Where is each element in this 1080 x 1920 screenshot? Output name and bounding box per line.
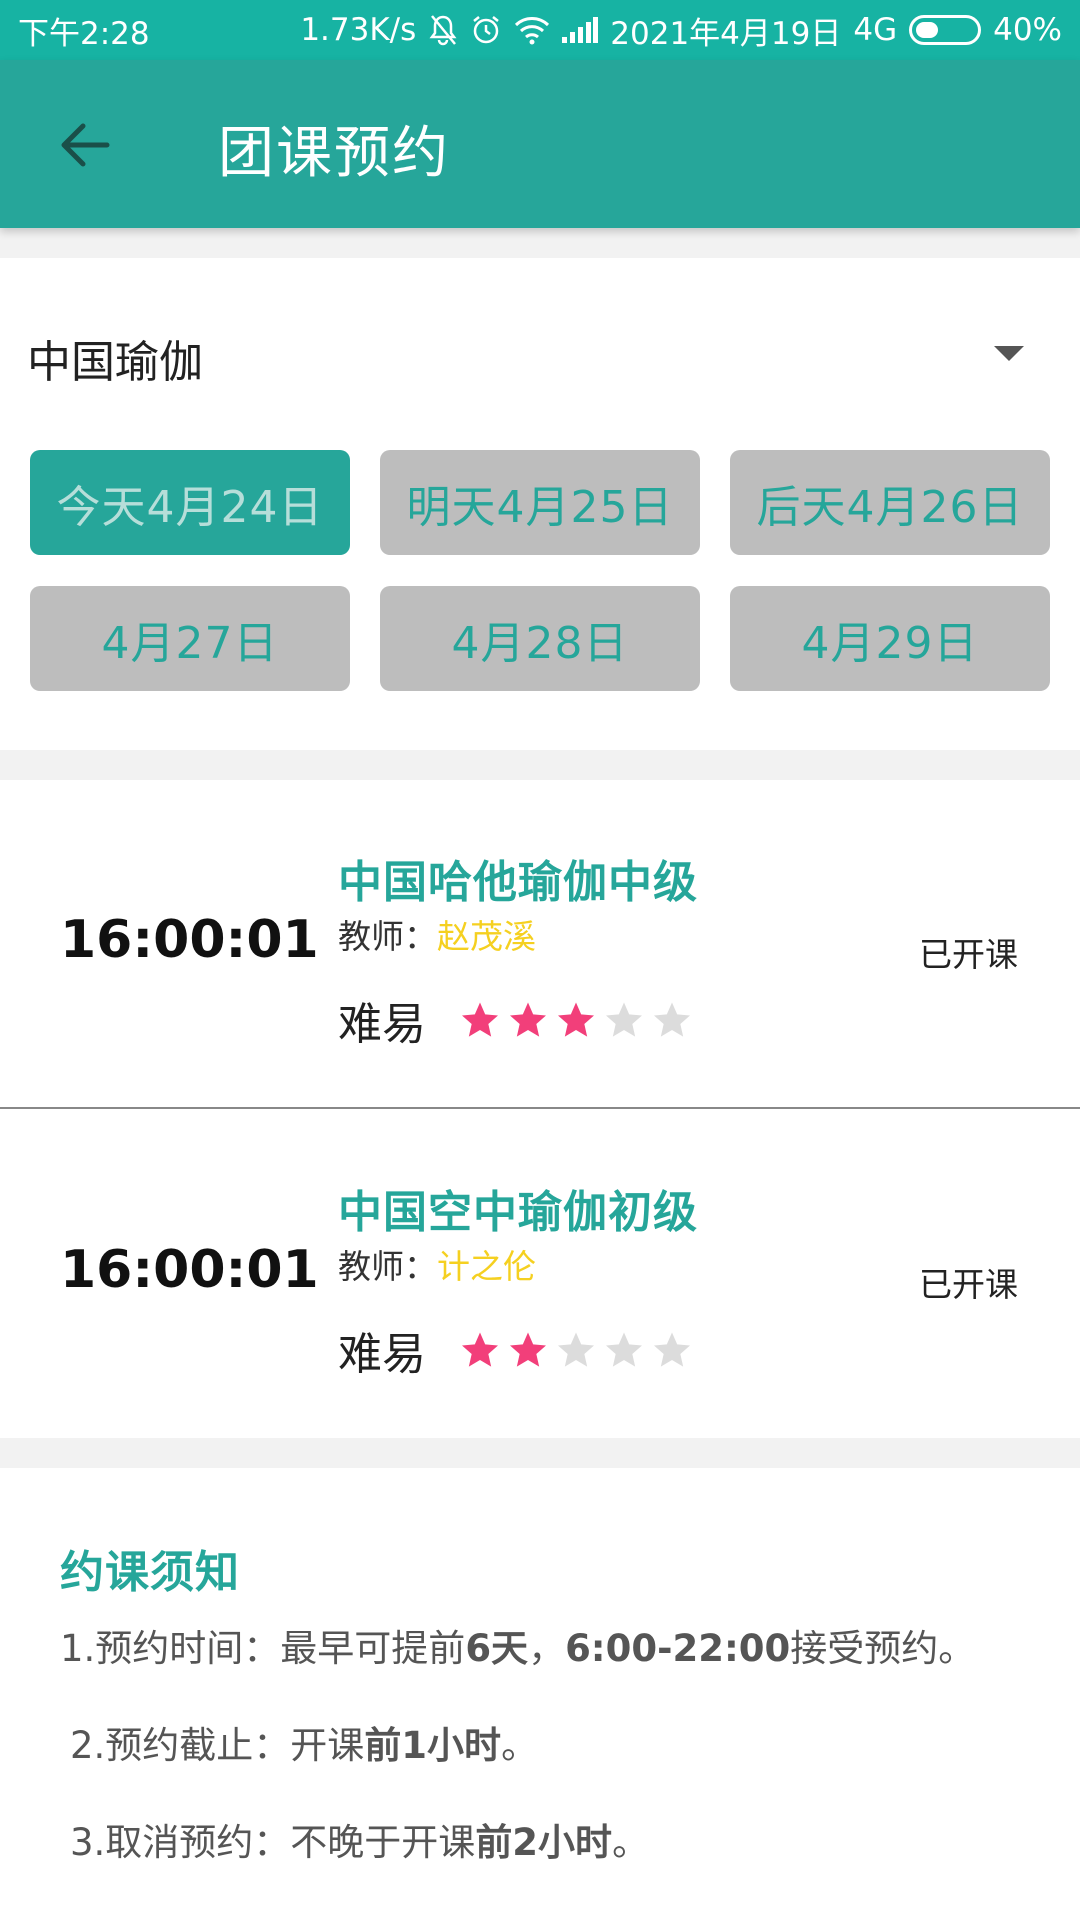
difficulty-row: 难易 — [338, 1318, 692, 1382]
notice-text: 。 — [501, 1724, 539, 1767]
teacher-row: 教师：计之伦 — [338, 1240, 536, 1288]
battery-fill — [916, 22, 939, 38]
category-dropdown[interactable]: 中国瑜伽 — [0, 258, 1080, 448]
star-filled-icon — [510, 1332, 546, 1367]
star-empty-icon — [654, 1002, 690, 1037]
date-button-today[interactable]: 今天4月24日 — [30, 450, 350, 555]
course-item[interactable]: 16:00:01 中国空中瑜伽初级 教师：计之伦 难易 已开课 — [0, 1110, 1080, 1439]
notice-emphasis: 前1小时 — [364, 1724, 502, 1767]
battery-icon — [909, 15, 982, 45]
mute-bell-icon — [428, 14, 458, 46]
difficulty-label: 难易 — [338, 1329, 426, 1380]
page-title: 团课预约 — [218, 121, 450, 186]
battery-percent: 40% — [993, 12, 1062, 48]
wifi-icon — [514, 15, 550, 45]
notice-line-3: 3.取消预约：不晚于开课前2小时。 — [70, 1812, 649, 1866]
booking-notice: 约课须知 1.预约时间：最早可提前6天，6:00-22:00接受预约。 2.预约… — [0, 1468, 1080, 1920]
star-empty-icon — [558, 1332, 594, 1367]
course-status: 已开课 — [919, 1265, 1018, 1304]
star-filled-icon — [510, 1002, 546, 1037]
date-button-tomorrow[interactable]: 明天4月25日 — [380, 450, 700, 555]
star-empty-icon — [606, 1002, 642, 1037]
course-name: 中国哈他瑜伽中级 — [338, 857, 698, 908]
teacher-label: 教师： — [338, 1247, 437, 1286]
network-type: 4G — [853, 12, 898, 48]
course-time: 16:00:01 — [60, 1240, 319, 1300]
net-speed: 1.73K/s — [300, 12, 417, 48]
course-filter-panel: 中国瑜伽 今天4月24日 明天4月25日 后天4月26日 4月27日 4月28日… — [0, 258, 1080, 750]
difficulty-row: 难易 — [338, 988, 692, 1052]
status-time: 下午2:28 — [18, 15, 150, 52]
category-label: 中国瑜伽 — [27, 337, 203, 388]
difficulty-label: 难易 — [338, 999, 426, 1050]
notice-text: ， — [528, 1627, 566, 1670]
date-button-4-27[interactable]: 4月27日 — [30, 586, 350, 691]
dropdown-triangle-icon[interactable] — [994, 346, 1024, 361]
star-filled-icon — [558, 1002, 594, 1037]
course-name: 中国空中瑜伽初级 — [338, 1187, 698, 1238]
notice-title: 约课须知 — [60, 1547, 240, 1598]
app-bar: 团课预约 — [0, 60, 1080, 228]
date-button-4-29[interactable]: 4月29日 — [730, 586, 1050, 691]
notice-text: 3.取消预约：不晚于开课 — [70, 1821, 476, 1864]
course-time: 16:00:01 — [60, 910, 319, 970]
status-date: 2021年4月19日 — [610, 15, 842, 52]
teacher-name: 赵茂溪 — [437, 917, 536, 956]
star-empty-icon — [606, 1332, 642, 1367]
difficulty-rating — [460, 1000, 692, 1040]
notice-emphasis: 6天 — [465, 1627, 529, 1670]
status-right-group: 1.73K/s 2021年4月19日 4G 40% — [300, 8, 1062, 53]
notice-text: 。 — [612, 1821, 650, 1864]
notice-line-2: 2.预约截止：开课前1小时。 — [70, 1715, 538, 1769]
star-filled-icon — [462, 1002, 498, 1037]
course-list: 16:00:01 中国哈他瑜伽中级 教师：赵茂溪 难易 已开课 16:00:01… — [0, 780, 1080, 1438]
notice-line-1: 1.预约时间：最早可提前6天，6:00-22:00接受预约。 — [60, 1618, 975, 1672]
notice-emphasis: 6:00-22:00 — [565, 1627, 791, 1670]
notice-text: 2.预约截止：开课 — [70, 1724, 365, 1767]
notice-text: 1.预约时间：最早可提前 — [60, 1627, 466, 1670]
arrow-back-icon — [61, 123, 110, 167]
date-picker-grid: 今天4月24日 明天4月25日 后天4月26日 4月27日 4月28日 4月29… — [30, 450, 1050, 691]
star-empty-icon — [654, 1332, 690, 1367]
notice-text: 接受预约。 — [790, 1627, 976, 1670]
signal-icon — [562, 17, 599, 43]
date-button-day-after[interactable]: 后天4月26日 — [730, 450, 1050, 555]
status-bar: 下午2:28 1.73K/s 2021年4月19日 4G 40% — [0, 0, 1080, 60]
date-button-4-28[interactable]: 4月28日 — [380, 586, 700, 691]
teacher-row: 教师：赵茂溪 — [338, 910, 536, 958]
difficulty-rating — [460, 1330, 692, 1370]
notice-emphasis: 前2小时 — [475, 1821, 613, 1864]
star-filled-icon — [462, 1332, 498, 1367]
teacher-name: 计之伦 — [437, 1247, 536, 1286]
back-button[interactable] — [54, 115, 114, 175]
course-status: 已开课 — [919, 935, 1018, 974]
alarm-clock-icon — [470, 14, 502, 46]
course-item[interactable]: 16:00:01 中国哈他瑜伽中级 教师：赵茂溪 难易 已开课 — [0, 780, 1080, 1109]
teacher-label: 教师： — [338, 917, 437, 956]
